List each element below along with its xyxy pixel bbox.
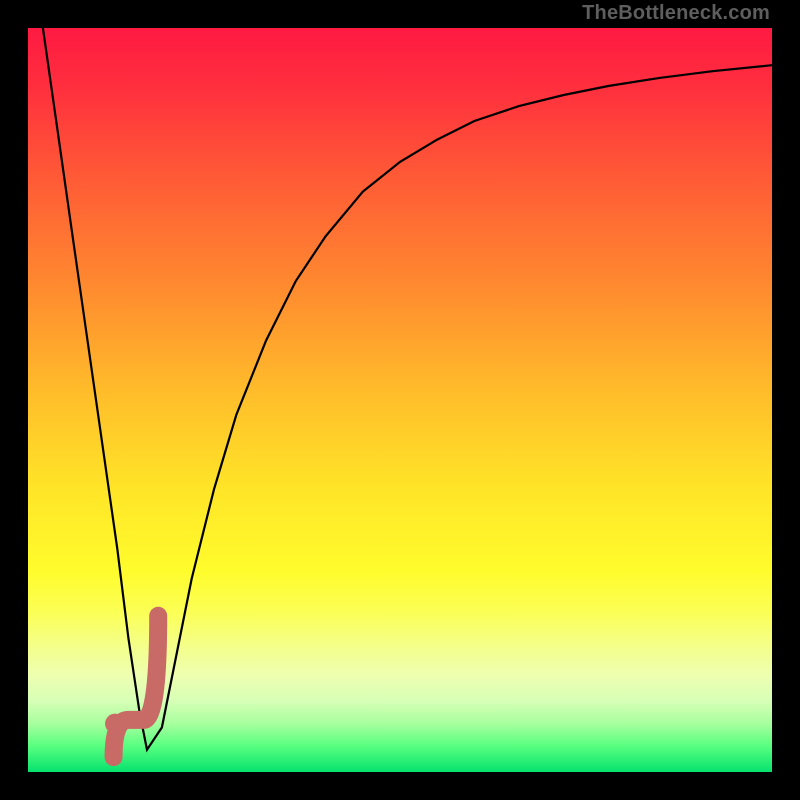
chart-frame: TheBottleneck.com	[0, 0, 800, 800]
watermark-text: TheBottleneck.com	[582, 2, 770, 25]
plot-area	[28, 28, 772, 772]
chart-svg	[28, 28, 772, 772]
gradient-background	[28, 28, 772, 772]
marker-dot	[105, 714, 125, 734]
